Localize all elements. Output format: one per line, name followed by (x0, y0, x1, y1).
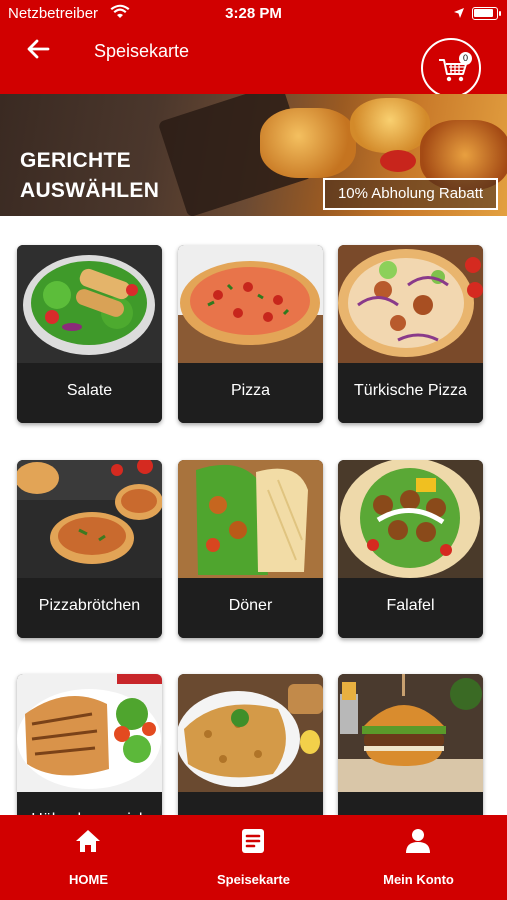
page-title: Speisekarte (94, 41, 190, 61)
category-card-falafel[interactable]: Falafel (338, 460, 483, 638)
category-label: Falafel (338, 578, 483, 638)
menu-icon (242, 829, 264, 853)
pizza-image (178, 245, 323, 363)
turkish-pizza-image (338, 245, 483, 363)
home-icon (76, 830, 100, 852)
schnitzel-image (178, 674, 323, 792)
back-button[interactable] (26, 38, 54, 64)
category-label (178, 792, 323, 815)
cart-button[interactable]: 0 (421, 38, 481, 98)
app-header: Netzbetreiber 3:28 PM Speisekarte 0 (0, 0, 507, 98)
banner-image-pepper (380, 150, 416, 172)
pizza-rolls-image (17, 460, 162, 578)
banner-image-food (350, 98, 430, 153)
arrow-left-icon (27, 39, 50, 59)
nav-mein-konto[interactable]: Mein Konto (334, 815, 503, 900)
salad-image (17, 245, 162, 363)
nav-home[interactable]: HOME (4, 815, 173, 900)
banner-image-food (260, 108, 356, 178)
category-label: Hähnchengerich (17, 792, 162, 815)
nav-mein-konto-label: Mein Konto (383, 872, 454, 887)
category-label: Pizzabrötchen (17, 578, 162, 638)
banner-heading-line1: GERICHTE (20, 149, 131, 172)
discount-badge[interactable]: 10% Abholung Rabatt (323, 178, 498, 210)
category-card-tuerkische-pizza[interactable]: Türkische Pizza (338, 245, 483, 423)
doner-image (178, 460, 323, 578)
category-label: Döner (178, 578, 323, 638)
category-label: Pizza (178, 363, 323, 423)
category-card-burger[interactable] (338, 674, 483, 815)
nav-speisekarte-label: Speisekarte (217, 872, 290, 887)
category-card-pizzabroetchen[interactable]: Pizzabrötchen (17, 460, 162, 638)
bottom-nav: HOME Speisekarte Mein Konto (0, 815, 507, 900)
location-arrow-icon (453, 6, 465, 23)
category-card-haehnchengericht[interactable]: Hähnchengerich (17, 674, 162, 815)
status-time: 3:28 PM (225, 5, 282, 22)
burger-image (338, 674, 483, 792)
falafel-image (338, 460, 483, 578)
status-bar: Netzbetreiber 3:28 PM (0, 0, 507, 28)
category-card-doener[interactable]: Döner (178, 460, 323, 638)
category-card-salate[interactable]: Salate (17, 245, 162, 423)
category-card-schnitzel[interactable] (178, 674, 323, 815)
category-label: Türkische Pizza (338, 363, 483, 423)
category-card-pizza[interactable]: Pizza (178, 245, 323, 423)
cart-count-badge: 0 (459, 52, 472, 65)
nav-speisekarte[interactable]: Speisekarte (169, 815, 338, 900)
account-icon (406, 829, 430, 853)
category-grid: Salate Pizza Türkische Pizza Pizzabrötch… (0, 230, 507, 815)
category-label: Salate (17, 363, 162, 423)
banner-heading: GERICHTE AUSWÄHLEN (20, 146, 159, 206)
nav-home-label: HOME (69, 872, 108, 887)
banner-heading-line2: AUSWÄHLEN (20, 179, 160, 202)
category-label (338, 792, 483, 815)
chicken-dish-image (17, 674, 162, 792)
battery-icon (472, 7, 501, 20)
